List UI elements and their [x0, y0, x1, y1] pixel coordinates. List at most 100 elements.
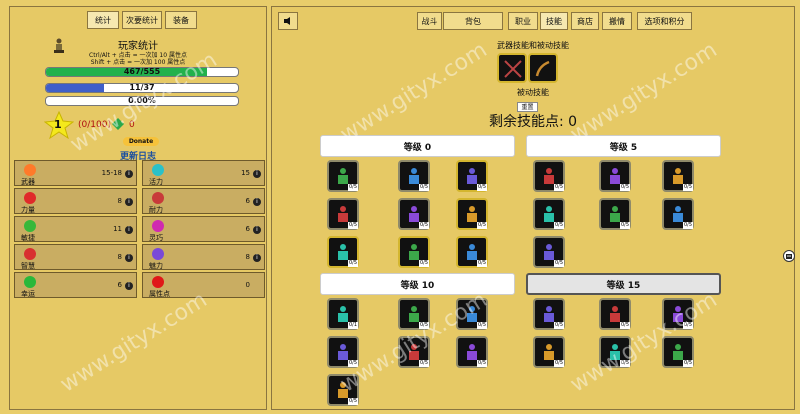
stat-vitality[interactable]: 活力 15 i	[142, 160, 265, 186]
skill-slot[interactable]: 0/1	[327, 298, 359, 330]
info-icon[interactable]: i	[253, 226, 261, 234]
tab-0[interactable]: 战斗	[417, 12, 442, 30]
skill-slot[interactable]: 0/5	[662, 298, 694, 330]
speaker-icon	[283, 17, 290, 25]
skill-slot[interactable]: 0/5	[599, 298, 631, 330]
tab-4[interactable]: 商店	[571, 12, 599, 30]
skill-level-count: 0/5	[476, 322, 487, 329]
tab-2[interactable]: 职业	[508, 12, 538, 30]
skill-slot[interactable]: 0/5	[327, 336, 359, 368]
skill-slot[interactable]: 0/5	[327, 374, 359, 406]
skill-point-icon	[112, 118, 124, 130]
luck-icon	[24, 276, 36, 288]
info-icon[interactable]: i	[125, 226, 133, 234]
skill-slot[interactable]: 0/5	[662, 160, 694, 192]
fist-icon	[24, 164, 36, 176]
stat-endurance[interactable]: 耐力 6 i	[142, 188, 265, 214]
stat-plus[interactable]: 属性点 0	[142, 272, 265, 298]
player-stats-panel: 统计 次要统计 装备 玩家统计 Ctrl/Alt + 点击 = 一次加 10 属…	[9, 6, 267, 410]
skill-slot[interactable]: 0/5	[327, 160, 359, 192]
main-game-panel: 战斗 背包 职业 技能 商店 搬情 选项和积分 武器技能和被动技能 被动技能 重置 剩余技能…	[271, 6, 795, 410]
skill-level-count: 0/5	[347, 398, 358, 405]
skill-slot[interactable]: 0/5	[398, 198, 430, 230]
skill-tier-header[interactable]: 等级 15	[526, 273, 721, 295]
skill-level-count: 0/5	[418, 260, 429, 267]
skill-slot[interactable]: 0/5	[599, 336, 631, 368]
skill-level-count: 0/5	[682, 184, 693, 191]
skill-slot[interactable]: 0/5	[533, 198, 565, 230]
tab-stats[interactable]: 统计	[87, 11, 119, 29]
skill-level-count: 0/5	[619, 184, 630, 191]
stat-fist[interactable]: 武器 15-18 i	[14, 160, 137, 186]
side-handle-button[interactable]	[783, 250, 795, 262]
stat-wisdom[interactable]: 智慧 8 i	[14, 244, 137, 270]
skill-slot[interactable]: 0/5	[456, 336, 488, 368]
stat-value: 8	[117, 197, 122, 205]
info-icon[interactable]: i	[253, 170, 261, 178]
skill-slot[interactable]: 0/5	[533, 336, 565, 368]
tab-5[interactable]: 搬情	[602, 12, 632, 30]
stat-strength[interactable]: 力量 8 i	[14, 188, 137, 214]
mana-bar: 11/37	[45, 83, 239, 93]
info-icon[interactable]: i	[253, 254, 261, 262]
skill-level-count: 0/5	[418, 184, 429, 191]
skill-slot[interactable]: 0/5	[327, 236, 359, 268]
skill-slot[interactable]: 0/5	[398, 236, 430, 268]
passive-skills-label: 被动技能	[517, 88, 549, 97]
stat-value: 6	[245, 197, 250, 205]
skill-slot[interactable]: 0/5	[533, 236, 565, 268]
skill-tier-header[interactable]: 等级 0	[320, 135, 515, 157]
skill-slot[interactable]: 0/5	[599, 160, 631, 192]
skill-slot[interactable]: 0/5	[533, 160, 565, 192]
wisdom-icon	[24, 248, 36, 260]
info-icon[interactable]: i	[125, 282, 133, 290]
tab-1[interactable]: 背包	[443, 12, 503, 30]
weapon-skill-slot-2[interactable]	[528, 53, 558, 83]
skill-level-count: 0/5	[347, 222, 358, 229]
skill-slot[interactable]: 0/5	[327, 198, 359, 230]
tab-6[interactable]: 选项和积分	[637, 12, 692, 30]
stat-value: 8	[117, 253, 122, 261]
stat-dexterity[interactable]: 灵巧 6 i	[142, 216, 265, 242]
section-title: 武器技能和被动技能	[497, 41, 569, 50]
exp-bar: 0.00%	[45, 96, 239, 106]
health-bar: 467/555	[45, 67, 239, 77]
tab-secondary-stats[interactable]: 次要统计	[122, 11, 162, 29]
stat-value: 6	[245, 225, 250, 233]
info-icon[interactable]: i	[253, 198, 261, 206]
sound-toggle-button[interactable]	[278, 12, 298, 30]
exp-value: (0/100)	[78, 120, 111, 130]
skill-slot[interactable]: 0/5	[533, 298, 565, 330]
skill-level-count: 0/5	[418, 322, 429, 329]
skill-slot[interactable]: 0/5	[398, 298, 430, 330]
crossed-swords-icon	[504, 60, 522, 78]
skill-slot[interactable]: 0/5	[456, 160, 488, 192]
robot-icon	[786, 254, 792, 259]
skill-slot[interactable]: 0/5	[398, 336, 430, 368]
skill-tier-header[interactable]: 等级 5	[526, 135, 721, 157]
stat-charisma[interactable]: 魅力 8 i	[142, 244, 265, 270]
weapon-skill-slot-1[interactable]	[497, 53, 527, 83]
tab-equipment[interactable]: 装备	[165, 11, 197, 29]
info-icon[interactable]: i	[125, 170, 133, 178]
vitality-icon	[152, 164, 164, 176]
info-icon[interactable]: i	[125, 198, 133, 206]
stat-value: 11	[113, 225, 122, 233]
skill-slot[interactable]: 0/5	[662, 336, 694, 368]
tab-3[interactable]: 技能	[540, 12, 568, 30]
skill-tier-header[interactable]: 等级 10	[320, 273, 515, 295]
skill-slot[interactable]: 0/5	[456, 298, 488, 330]
skill-slot[interactable]: 0/5	[456, 198, 488, 230]
skill-slot[interactable]: 0/5	[398, 160, 430, 192]
skill-level-count: 0/5	[476, 222, 487, 229]
skill-level-count: 0/5	[553, 222, 564, 229]
stat-agility[interactable]: 敏捷 11 i	[14, 216, 137, 242]
stat-luck[interactable]: 幸运 6 i	[14, 272, 137, 298]
skill-slot[interactable]: 0/5	[599, 198, 631, 230]
stat-value: 6	[117, 281, 122, 289]
skill-slot[interactable]: 0/5	[662, 198, 694, 230]
skill-points-remaining: 剩余技能点: 0	[488, 114, 578, 130]
info-icon[interactable]: i	[125, 254, 133, 262]
donate-button[interactable]: Donate	[123, 137, 159, 146]
skill-slot[interactable]: 0/5	[456, 236, 488, 268]
